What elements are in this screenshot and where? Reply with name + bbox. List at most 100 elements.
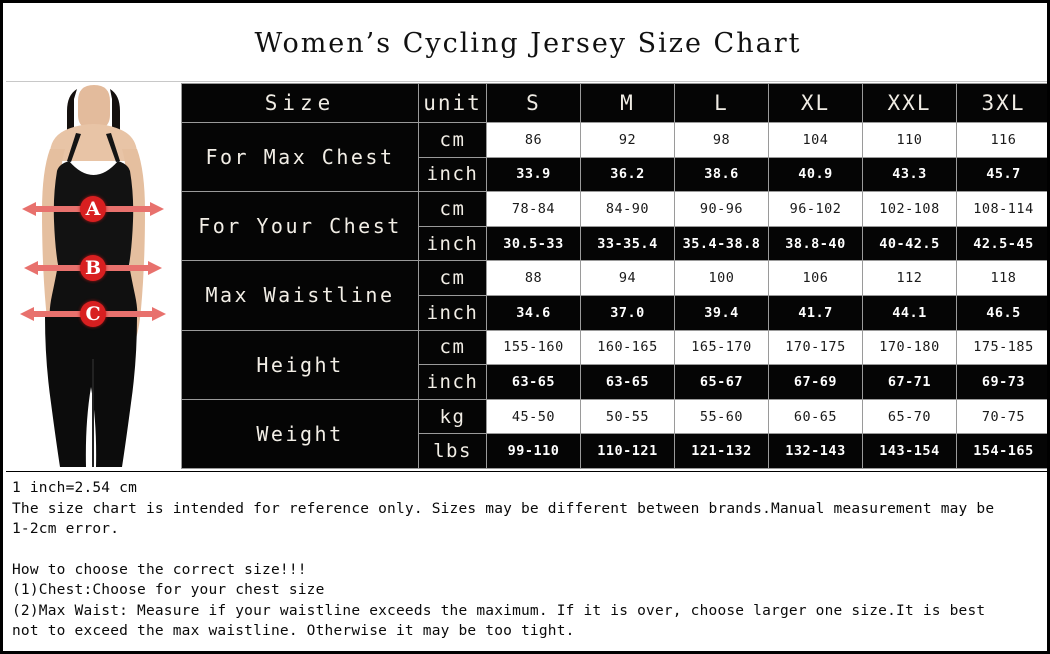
size-table: Size unit S M L XL XXL 3XL For Max Chest…	[181, 83, 1047, 470]
cell-value: 63-65	[486, 364, 581, 400]
unit-cell: cm	[418, 260, 487, 296]
footnote-conversion: 1 inch=2.54 cm	[12, 480, 138, 496]
unit-cell: inch	[418, 156, 487, 193]
header-size-label: Size	[181, 83, 419, 123]
cell-value: 67-71	[862, 364, 957, 400]
cell-value: 33.9	[486, 156, 581, 193]
cell-value: 98	[674, 122, 769, 158]
size-chart-page: Women’s Cycling Jersey Size Chart A B C …	[0, 0, 1050, 654]
cell-value: 104	[768, 122, 863, 158]
header-size-s: S	[486, 83, 581, 123]
cell-value: 55-60	[674, 398, 769, 435]
unit-cell: kg	[418, 398, 487, 435]
cell-value: 45.7	[956, 156, 1047, 193]
cell-value: 155-160	[486, 329, 581, 366]
header-size-xxl: XXL	[862, 83, 957, 123]
cell-value: 43.3	[862, 156, 957, 193]
footnote-howto-item2-line1: (2)Max Waist: Measure if your waistline …	[12, 602, 986, 619]
cell-value: 132-143	[768, 433, 863, 469]
header-size-m: M	[580, 83, 675, 123]
footnote-disclaimer-line2: 1-2cm error.	[12, 521, 120, 537]
cell-value: 65-67	[674, 364, 769, 400]
page-title: Women’s Cycling Jersey Size Chart	[254, 28, 802, 59]
footnote-disclaimer-line1: The size chart is intended for reference…	[12, 500, 995, 517]
cell-value: 34.6	[486, 294, 581, 331]
header-size-l: L	[674, 83, 769, 123]
model-photo-pane: A B C	[6, 83, 181, 469]
unit-cell: lbs	[418, 433, 487, 469]
cell-value: 110	[862, 122, 957, 158]
footer-notes: 1 inch=2.54 cm The size chart is intende…	[6, 471, 1047, 651]
cell-value: 40-42.5	[862, 225, 957, 262]
table-row: For Your Chest cm 78-84 84-90 90-96 96-1…	[181, 191, 1047, 262]
cell-value: 30.5-33	[486, 225, 581, 262]
cell-value: 50-55	[580, 398, 675, 435]
cell-value: 36.2	[580, 156, 675, 193]
cell-value: 175-185	[956, 329, 1047, 366]
cell-value: 88	[486, 260, 581, 296]
cell-value: 78-84	[486, 191, 581, 227]
unit-cell: cm	[418, 191, 487, 227]
cell-value: 170-180	[862, 329, 957, 366]
unit-cell: inch	[418, 225, 487, 262]
cell-value: 45-50	[486, 398, 581, 435]
cell-value: 46.5	[956, 294, 1047, 331]
size-table-container: Size unit S M L XL XXL 3XL For Max Chest…	[181, 83, 1047, 470]
cell-value: 102-108	[862, 191, 957, 227]
cell-value: 165-170	[674, 329, 769, 366]
cell-value: 160-165	[580, 329, 675, 366]
cell-value: 33-35.4	[580, 225, 675, 262]
measurement-marker-b: B	[80, 255, 106, 281]
unit-cell: inch	[418, 364, 487, 400]
header-size-3xl: 3XL	[956, 83, 1047, 123]
cell-value: 143-154	[862, 433, 957, 469]
footer-spacer	[12, 540, 1047, 560]
cell-value: 116	[956, 122, 1047, 158]
row-label-height: Height	[181, 329, 419, 400]
cell-value: 84-90	[580, 191, 675, 227]
cell-value: 40.9	[768, 156, 863, 193]
table-row: Height cm 155-160 160-165 165-170 170-17…	[181, 329, 1047, 400]
cell-value: 112	[862, 260, 957, 296]
measurement-marker-c: C	[80, 301, 106, 327]
row-label-max-chest: For Max Chest	[181, 121, 419, 193]
unit-cell: cm	[418, 122, 487, 158]
cell-value: 65-70	[862, 398, 957, 435]
cell-value: 118	[956, 260, 1047, 296]
cell-value: 69-73	[956, 364, 1047, 400]
table-row: Weight kg 45-50 50-55 55-60 60-65 65-70 …	[181, 398, 1047, 470]
cell-value: 106	[768, 260, 863, 296]
cell-value: 44.1	[862, 294, 957, 331]
cell-value: 70-75	[956, 398, 1047, 435]
cell-value: 94	[580, 260, 675, 296]
footnote-howto-item1: (1)Chest:Choose for your chest size	[12, 582, 325, 598]
cell-value: 96-102	[768, 191, 863, 227]
measurement-marker-a: A	[80, 196, 106, 222]
cell-value: 42.5-45	[956, 225, 1047, 262]
cell-value: 41.7	[768, 294, 863, 331]
cell-value: 38.8-40	[768, 225, 863, 262]
cell-value: 100	[674, 260, 769, 296]
cell-value: 35.4-38.8	[674, 225, 769, 262]
cell-value: 121-132	[674, 433, 769, 469]
cell-value: 86	[486, 122, 581, 158]
cell-value: 92	[580, 122, 675, 158]
footnote-howto-item2-line2: not to exceed the max waistline. Otherwi…	[12, 623, 575, 639]
unit-cell: inch	[418, 294, 487, 331]
footnote-howto-heading: How to choose the correct size!!!	[12, 561, 307, 578]
row-label-your-chest: For Your Chest	[181, 191, 419, 262]
cell-value: 154-165	[956, 433, 1047, 469]
cell-value: 39.4	[674, 294, 769, 331]
cell-value: 170-175	[768, 329, 863, 366]
header-size-xl: XL	[768, 83, 863, 123]
row-label-weight: Weight	[181, 398, 419, 470]
row-label-max-waistline: Max Waistline	[181, 260, 419, 331]
table-row: Max Waistline cm 88 94 100 106 112 118	[181, 260, 1047, 331]
cell-value: 67-69	[768, 364, 863, 400]
unit-cell: cm	[418, 329, 487, 366]
chart-title-bar: Women’s Cycling Jersey Size Chart	[6, 6, 1047, 82]
cell-value: 37.0	[580, 294, 675, 331]
cell-value: 110-121	[580, 433, 675, 469]
cell-value: 99-110	[486, 433, 581, 469]
cell-value: 60-65	[768, 398, 863, 435]
